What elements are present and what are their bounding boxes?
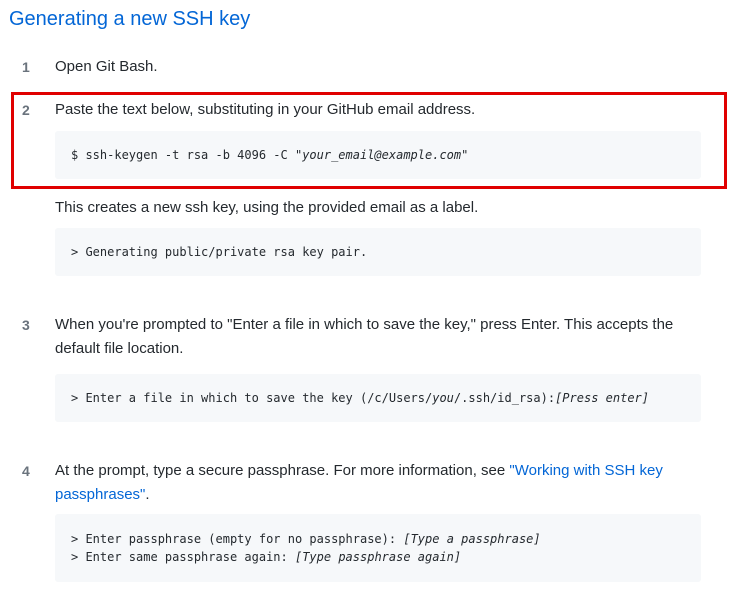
step-4-text-before: At the prompt, type a secure passphrase.… [55,462,510,479]
step-number-3: 3 [22,317,30,333]
step-4-text-after: . [145,486,150,503]
save-file-prompt-block[interactable]: > Enter a file in which to save the key … [55,374,701,422]
save-prompt-part-b: /.ssh/id_rsa): [453,391,556,405]
keygen-output-block[interactable]: > Generating public/private rsa key pair… [55,228,701,276]
save-prompt-part-a: > Enter a file in which to save the key … [71,391,433,405]
passphrase-line-1-placeholder: [Type a passphrase] [403,532,541,546]
step-3-text: When you're prompted to "Enter a file in… [55,316,674,357]
passphrase-prompt-block[interactable]: > Enter passphrase (empty for no passphr… [55,514,701,582]
passphrase-line-2-placeholder: [Type passphrase again] [294,550,462,564]
step-1-text: Open Git Bash. [55,58,158,75]
keygen-output-line: > Generating public/private rsa key pair… [71,245,368,259]
passphrase-line-1-prefix: > Enter passphrase (empty for no passphr… [71,532,404,546]
user-placeholder: you [432,391,454,405]
step-number-1: 1 [22,59,30,75]
page-title: Generating a new SSH key [9,8,251,30]
step-number-4: 4 [22,463,30,479]
passphrase-line-2-prefix: > Enter same passphrase again: [71,550,295,564]
highlight-box [11,92,727,189]
press-enter-placeholder: [Press enter] [555,391,649,405]
step-2-after-text: This creates a new ssh key, using the pr… [55,199,479,216]
step-4-text: At the prompt, type a secure passphrase.… [55,459,695,507]
